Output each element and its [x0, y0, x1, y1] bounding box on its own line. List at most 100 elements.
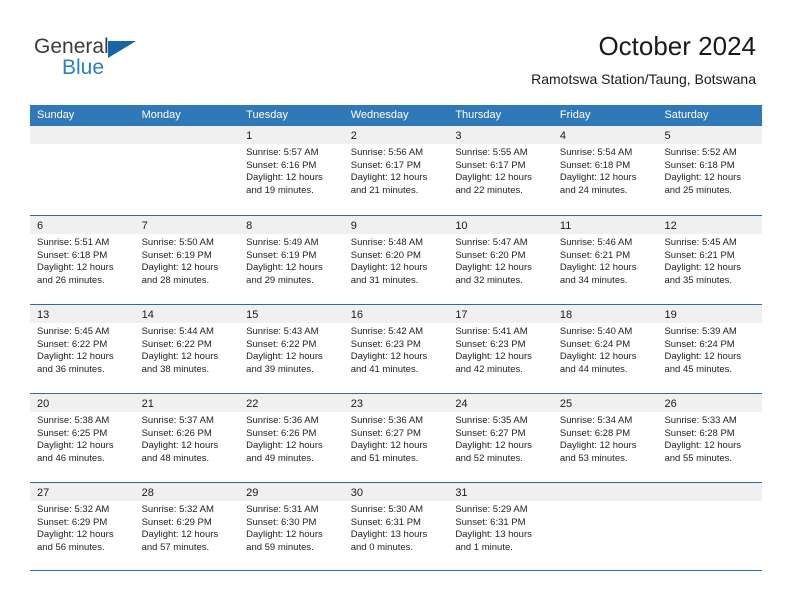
logo-triangle-icon: [108, 41, 136, 58]
day-info-line: Sunrise: 5:47 AM: [455, 237, 528, 248]
day-number: 8: [246, 220, 253, 232]
day-number: 23: [350, 398, 363, 410]
day-cell-5[interactable]: 5 Sunrise: 5:52 AM Sunset: 6:18 PM Daylight…: [657, 126, 763, 215]
day-number: 4: [559, 130, 567, 142]
day-cell-9[interactable]: 9 Sunrise: 5:48 AM Sunset: 6:20 PM Daylight…: [343, 216, 449, 304]
day-sun-info: Sunrise: 5:35 AM Sunset: 6:27 PM Daylight:…: [448, 412, 553, 465]
day-info-line: Daylight: 12 hours: [664, 172, 742, 184]
day-info-line: Sunrise: 5:50 AM: [141, 237, 214, 248]
day-cell-20[interactable]: 20 Sunrise: 5:38 AM Sunset: 6:25 PM Dayligh…: [30, 394, 135, 482]
day-cell-8[interactable]: 8 Sunrise: 5:49 AM Sunset: 6:19 PM Daylight…: [239, 216, 344, 304]
day-info-line: Daylight: 12 hours: [455, 440, 532, 452]
day-cell-12[interactable]: 12 Sunrise: 5:45 AM Sunset: 6:21 PM Dayligh…: [657, 216, 763, 304]
day-info-line: Daylight: 12 hours: [37, 529, 114, 541]
day-info-line: Sunrise: 5:33 AM: [664, 415, 737, 426]
day-cell-27[interactable]: 27 Sunrise: 5:32 AM Sunset: 6:29 PM Dayligh…: [30, 483, 135, 570]
day-sun-info: Sunrise: 5:36 AM Sunset: 6:27 PM Daylight:…: [344, 412, 449, 465]
day-info-line: Sunrise: 5:57 AM: [246, 147, 319, 158]
day-cell-30[interactable]: 30 Sunrise: 5:30 AM Sunset: 6:31 PM Dayligh…: [343, 483, 449, 570]
day-info-line: Sunset: 6:19 PM: [246, 249, 317, 261]
day-cell-17[interactable]: 17 Sunrise: 5:41 AM Sunset: 6:23 PM Dayligh…: [448, 305, 553, 393]
day-number-band: 8: [239, 216, 344, 234]
day-number-band: 13: [30, 305, 135, 323]
day-number-band: 19: [657, 305, 763, 323]
day-info-line: Daylight: 12 hours: [350, 172, 428, 184]
day-info-line: Sunrise: 5:45 AM: [37, 326, 110, 337]
day-cell-31[interactable]: 31 Sunrise: 5:29 AM Sunset: 6:31 PM Dayligh…: [448, 483, 553, 570]
day-info-line: and 21 minutes.: [350, 184, 419, 196]
day-info-line: and 28 minutes.: [141, 274, 210, 286]
weekday-header-wednesday: Wednesday: [350, 109, 409, 121]
day-number-band: 7: [134, 216, 240, 234]
day-cell-13[interactable]: 13 Sunrise: 5:45 AM Sunset: 6:22 PM Dayligh…: [30, 305, 135, 393]
day-number-band: 31: [448, 483, 553, 501]
day-cell-14[interactable]: 14 Sunrise: 5:44 AM Sunset: 6:22 PM Dayligh…: [134, 305, 240, 393]
day-cell-26[interactable]: 26 Sunrise: 5:33 AM Sunset: 6:28 PM Dayligh…: [657, 394, 763, 482]
day-info-line: Daylight: 12 hours: [559, 440, 637, 452]
day-info-line: and 48 minutes.: [141, 452, 210, 464]
day-sun-info: Sunrise: 5:41 AM Sunset: 6:23 PM Daylight:…: [448, 323, 553, 376]
day-cell-21[interactable]: 21 Sunrise: 5:37 AM Sunset: 6:26 PM Dayligh…: [134, 394, 240, 482]
weekday-header-saturday: Saturday: [664, 109, 709, 121]
day-cell-2[interactable]: 2 Sunrise: 5:56 AM Sunset: 6:17 PM Daylight…: [343, 126, 449, 215]
day-cell-10[interactable]: 10 Sunrise: 5:47 AM Sunset: 6:20 PM Dayligh…: [448, 216, 553, 304]
day-cell-11[interactable]: 11 Sunrise: 5:46 AM Sunset: 6:21 PM Dayligh…: [552, 216, 658, 304]
day-info-line: Sunset: 6:29 PM: [37, 516, 108, 528]
logo-text-general: General: [34, 35, 109, 58]
day-cell-4[interactable]: 4 Sunrise: 5:54 AM Sunset: 6:18 PM Daylight…: [552, 126, 658, 215]
day-info-line: Sunrise: 5:56 AM: [350, 147, 424, 158]
day-info-line: and 39 minutes.: [246, 363, 314, 375]
day-info-line: Sunset: 6:17 PM: [350, 159, 421, 171]
day-cell-23[interactable]: 23 Sunrise: 5:36 AM Sunset: 6:27 PM Dayligh…: [343, 394, 449, 482]
day-cell-1[interactable]: 1 Sunrise: 5:57 AM Sunset: 6:16 PM Daylight…: [239, 126, 344, 215]
weekday-header-friday: Friday: [559, 109, 591, 121]
day-info-line: and 31 minutes.: [350, 274, 419, 286]
day-number-band: 18: [552, 305, 658, 323]
day-cell-25[interactable]: 25 Sunrise: 5:34 AM Sunset: 6:28 PM Dayligh…: [552, 394, 658, 482]
day-number-band: [30, 126, 135, 144]
day-number-band: 25: [552, 394, 658, 412]
page-title: October 2024: [598, 31, 756, 61]
day-info-line: Sunrise: 5:37 AM: [141, 415, 214, 426]
general-blue-logo[interactable]: General Blue: [34, 36, 164, 84]
day-sun-info: Sunrise: 5:32 AM Sunset: 6:29 PM Daylight:…: [30, 501, 135, 554]
calendar-week-row: 6 Sunrise: 5:51 AM Sunset: 6:18 PM Daylight…: [30, 215, 763, 304]
day-cell-22[interactable]: 22 Sunrise: 5:36 AM Sunset: 6:26 PM Dayligh…: [239, 394, 344, 482]
day-number: 3: [455, 130, 462, 142]
day-cell-15[interactable]: 15 Sunrise: 5:43 AM Sunset: 6:22 PM Dayligh…: [239, 305, 344, 393]
day-cell-19[interactable]: 19 Sunrise: 5:39 AM Sunset: 6:24 PM Dayligh…: [657, 305, 763, 393]
day-info-line: Sunrise: 5:52 AM: [664, 147, 737, 158]
day-info-line: and 1 minute.: [455, 541, 513, 553]
day-info-line: and 49 minutes.: [246, 452, 314, 464]
day-info-line: Sunset: 6:18 PM: [664, 159, 735, 171]
day-info-line: Daylight: 12 hours: [559, 172, 637, 184]
day-number: 21: [141, 398, 154, 410]
day-sun-info: Sunrise: 5:54 AM Sunset: 6:18 PM Daylight:…: [553, 144, 658, 197]
day-cell-29[interactable]: 29 Sunrise: 5:31 AM Sunset: 6:30 PM Dayligh…: [239, 483, 344, 570]
day-info-line: Sunset: 6:20 PM: [350, 249, 421, 261]
day-cell-7[interactable]: 7 Sunrise: 5:50 AM Sunset: 6:19 PM Daylight…: [134, 216, 240, 304]
day-cell-24[interactable]: 24 Sunrise: 5:35 AM Sunset: 6:27 PM Dayligh…: [448, 394, 553, 482]
day-info-line: and 38 minutes.: [141, 363, 210, 375]
day-info-line: Sunset: 6:21 PM: [664, 249, 735, 261]
day-info-line: Sunrise: 5:44 AM: [141, 326, 214, 337]
day-number: 17: [455, 309, 468, 321]
day-cell-18[interactable]: 18 Sunrise: 5:40 AM Sunset: 6:24 PM Dayligh…: [552, 305, 658, 393]
day-sun-info: Sunrise: 5:31 AM Sunset: 6:30 PM Daylight:…: [239, 501, 344, 554]
day-number: 16: [350, 309, 363, 321]
day-info-line: Sunrise: 5:30 AM: [350, 504, 424, 515]
day-sun-info: Sunrise: 5:45 AM Sunset: 6:22 PM Daylight:…: [30, 323, 135, 376]
calendar-week-row: 13 Sunrise: 5:45 AM Sunset: 6:22 PM Dayligh…: [30, 304, 763, 393]
day-info-line: Sunrise: 5:49 AM: [246, 237, 319, 248]
day-number: 10: [455, 220, 468, 232]
day-sun-info: Sunrise: 5:48 AM Sunset: 6:20 PM Daylight:…: [344, 234, 449, 287]
day-number-band: 3: [448, 126, 553, 144]
day-info-line: Sunrise: 5:46 AM: [559, 237, 633, 248]
day-cell-16[interactable]: 16 Sunrise: 5:42 AM Sunset: 6:23 PM Dayligh…: [343, 305, 449, 393]
day-info-line: and 32 minutes.: [455, 274, 523, 286]
day-cell-28[interactable]: 28 Sunrise: 5:32 AM Sunset: 6:29 PM Dayligh…: [134, 483, 240, 570]
day-info-line: and 24 minutes.: [559, 184, 628, 196]
day-info-line: Sunset: 6:22 PM: [246, 338, 317, 350]
day-cell-6[interactable]: 6 Sunrise: 5:51 AM Sunset: 6:18 PM Daylight…: [30, 216, 135, 304]
day-cell-3[interactable]: 3 Sunrise: 5:55 AM Sunset: 6:17 PM Daylight…: [448, 126, 553, 215]
